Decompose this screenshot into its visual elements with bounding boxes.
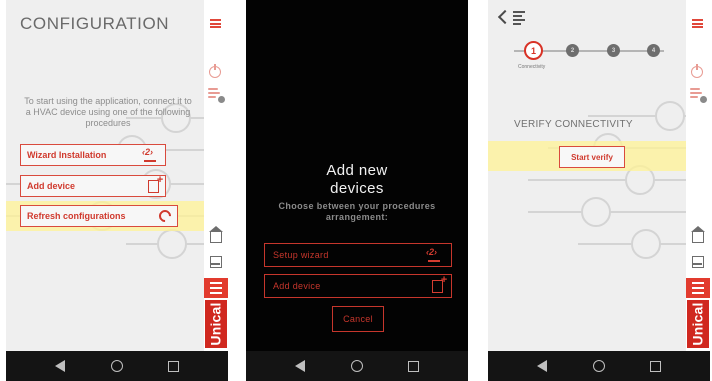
start-verify-button[interactable]: Start verify [559, 146, 625, 168]
back-icon[interactable] [53, 359, 67, 373]
dialog-subtitle-line2: arrangement: [325, 212, 389, 222]
setup-wizard-label: Setup wizard [273, 250, 329, 260]
home-icon[interactable] [209, 226, 223, 243]
start-verify-label: Start verify [571, 152, 613, 162]
refresh-configurations-label: Refresh configurations [27, 211, 126, 221]
phone-screen-add-devices-dialog: Add new devices Choose between your proc… [246, 0, 468, 381]
back-icon[interactable] [293, 359, 307, 373]
phone-screen-verify-connectivity: 1 2 3 4 Connectivity VERIFY CONNECTIVITY… [488, 0, 710, 381]
cancel-label: Cancel [343, 314, 373, 324]
brand-logo: Unical [205, 300, 227, 348]
add-device-icon [432, 274, 447, 293]
fan-icon[interactable] [208, 88, 225, 103]
menu-icon[interactable] [210, 19, 221, 28]
add-device-icon [148, 174, 163, 193]
wizard-icon [425, 247, 443, 262]
wizard-icon [141, 147, 159, 162]
home-icon[interactable] [691, 226, 705, 243]
wizard-installation-label: Wizard Installation [27, 150, 107, 160]
home-circle-icon[interactable] [350, 359, 364, 373]
android-nav-bar [488, 351, 710, 381]
dialog-subtitle-line1: Choose between your procedures [278, 201, 436, 211]
add-device-label: Add device [27, 181, 76, 191]
refresh-configurations-button[interactable]: Refresh configurations [20, 205, 178, 227]
add-device-option-button[interactable]: Add device [264, 274, 452, 298]
home-circle-icon[interactable] [110, 359, 124, 373]
step-label: Connectivity [518, 64, 546, 70]
filter-icon[interactable] [513, 11, 525, 25]
cancel-button[interactable]: Cancel [332, 306, 384, 332]
home-circle-icon[interactable] [592, 359, 606, 373]
device-icon[interactable] [210, 256, 222, 268]
android-nav-bar [246, 351, 468, 381]
step-2: 2 [566, 44, 579, 57]
device-icon[interactable] [692, 256, 704, 268]
back-icon[interactable] [535, 359, 549, 373]
recent-apps-icon[interactable] [407, 359, 421, 373]
add-device-button[interactable]: Add device [20, 174, 166, 197]
setup-wizard-button[interactable]: Setup wizard [264, 243, 452, 267]
settings-icon[interactable] [204, 278, 228, 298]
side-rail: Unical [686, 0, 710, 351]
page-title: CONFIGURATION [20, 14, 170, 33]
section-title: VERIFY CONNECTIVITY [514, 119, 633, 130]
step-4: 4 [647, 44, 660, 57]
phone-screen-configuration: CONFIGURATION To start using the applica… [6, 0, 228, 381]
settings-icon[interactable] [686, 278, 710, 298]
refresh-icon [156, 207, 174, 225]
power-icon[interactable] [691, 64, 703, 78]
side-rail: Unical [204, 0, 228, 351]
wizard-installation-button[interactable]: Wizard Installation [20, 144, 166, 166]
menu-icon[interactable] [692, 19, 703, 28]
android-nav-bar [6, 351, 228, 381]
intro-text: To start using the application, connect … [24, 96, 192, 128]
fan-icon[interactable] [690, 88, 707, 103]
power-icon[interactable] [209, 64, 221, 78]
recent-apps-icon[interactable] [649, 359, 663, 373]
dialog-title-line1: Add new [326, 162, 388, 179]
recent-apps-icon[interactable] [167, 359, 181, 373]
add-device-option-label: Add device [273, 281, 321, 291]
step-3: 3 [607, 44, 620, 57]
dialog-title-line2: devices [330, 180, 384, 197]
step-1-active: 1 [524, 41, 543, 60]
brand-logo: Unical [687, 300, 709, 348]
